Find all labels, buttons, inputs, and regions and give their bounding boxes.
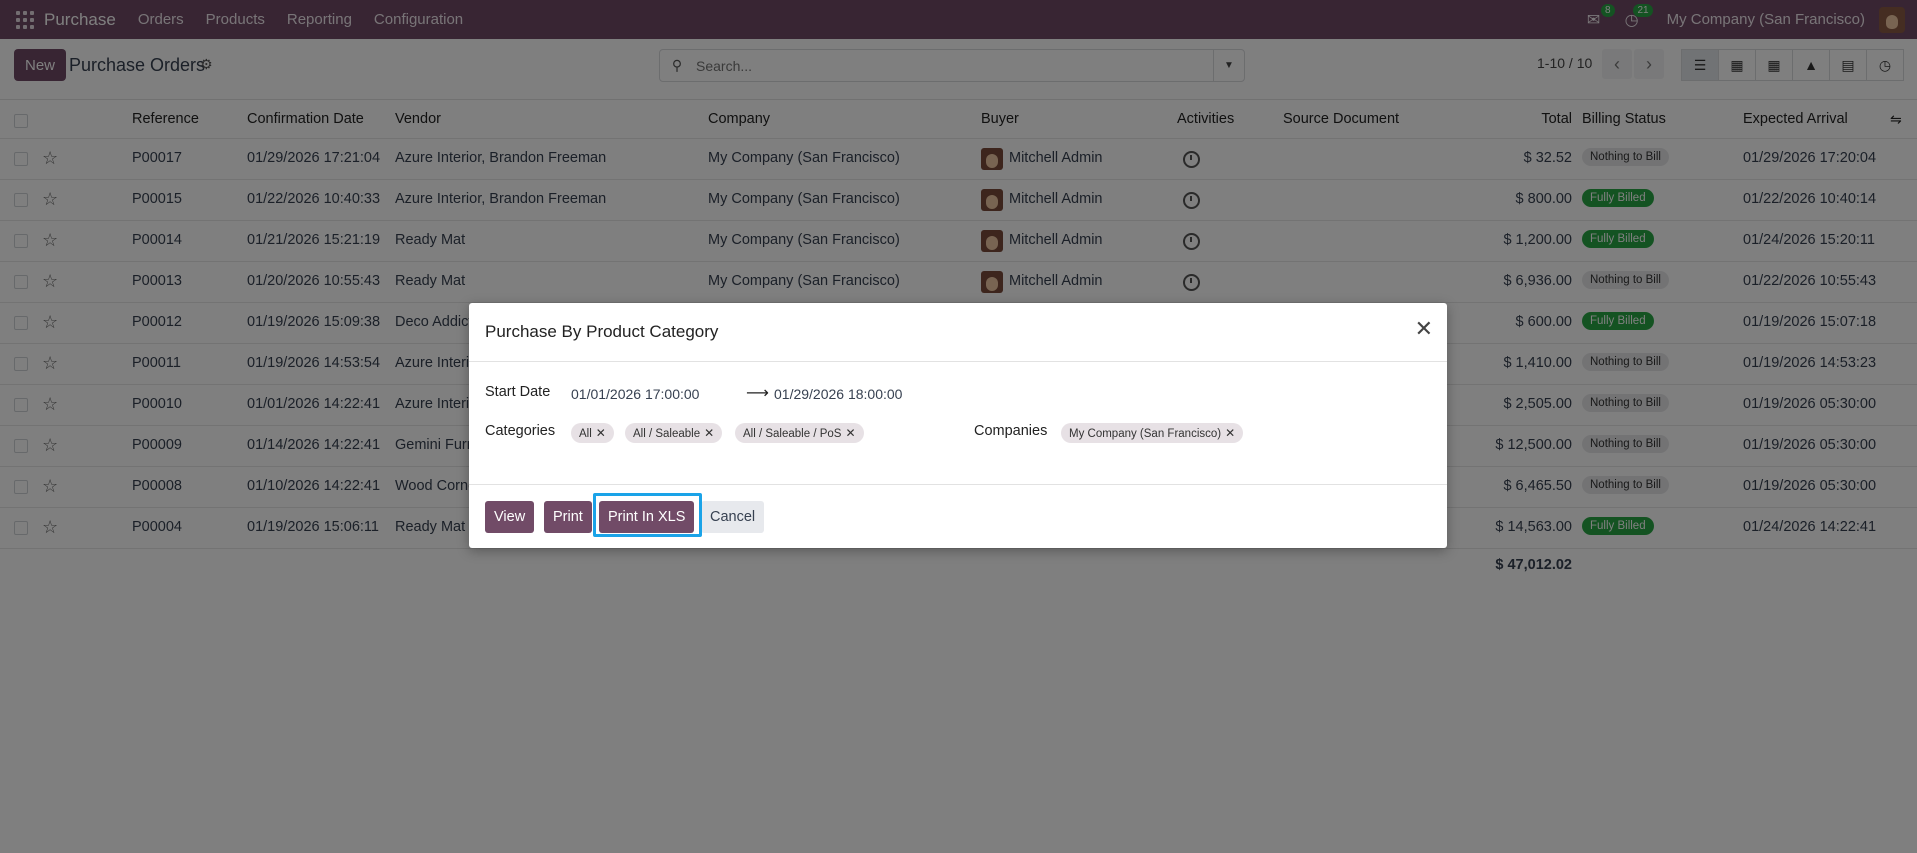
dialog-header: Purchase By Product Category ✕ bbox=[469, 303, 1447, 362]
company-tag: My Company (San Francisco) ✕ bbox=[1061, 423, 1244, 443]
start-date-label: Start Date bbox=[485, 384, 551, 400]
company-tag-label: My Company (San Francisco) bbox=[1069, 428, 1222, 440]
start-date-field[interactable]: 01/01/2026 17:00:00 bbox=[571, 386, 699, 402]
dialog-title: Purchase By Product Category bbox=[485, 322, 719, 341]
dialog-body: Start Date 01/01/2026 17:00:00 ⟶ 01/29/2… bbox=[469, 362, 1447, 485]
category-tag-label: All / Saleable / PoS bbox=[743, 428, 842, 440]
category-tag-label: All / Saleable bbox=[633, 428, 701, 440]
end-date-field[interactable]: 01/29/2026 18:00:00 bbox=[774, 386, 902, 402]
remove-tag-icon[interactable]: ✕ bbox=[845, 426, 855, 440]
remove-tag-icon[interactable]: ✕ bbox=[1225, 426, 1235, 440]
companies-label: Companies bbox=[974, 423, 1048, 439]
remove-tag-icon[interactable]: ✕ bbox=[596, 426, 606, 440]
print-button[interactable]: Print bbox=[544, 501, 592, 533]
category-tag-saleable: All / Saleable ✕ bbox=[625, 423, 723, 443]
date-range-arrow-icon: ⟶ bbox=[746, 385, 769, 402]
close-icon[interactable]: ✕ bbox=[1415, 317, 1433, 341]
category-tag-pos: All / Saleable / PoS ✕ bbox=[735, 423, 864, 443]
view-button[interactable]: View bbox=[485, 501, 535, 533]
categories-label: Categories bbox=[485, 423, 556, 439]
cancel-button[interactable]: Cancel bbox=[701, 501, 765, 533]
remove-tag-icon[interactable]: ✕ bbox=[704, 426, 714, 440]
focus-highlight bbox=[593, 493, 702, 537]
category-tag-all: All ✕ bbox=[571, 423, 614, 443]
category-tag-label: All bbox=[579, 428, 592, 440]
